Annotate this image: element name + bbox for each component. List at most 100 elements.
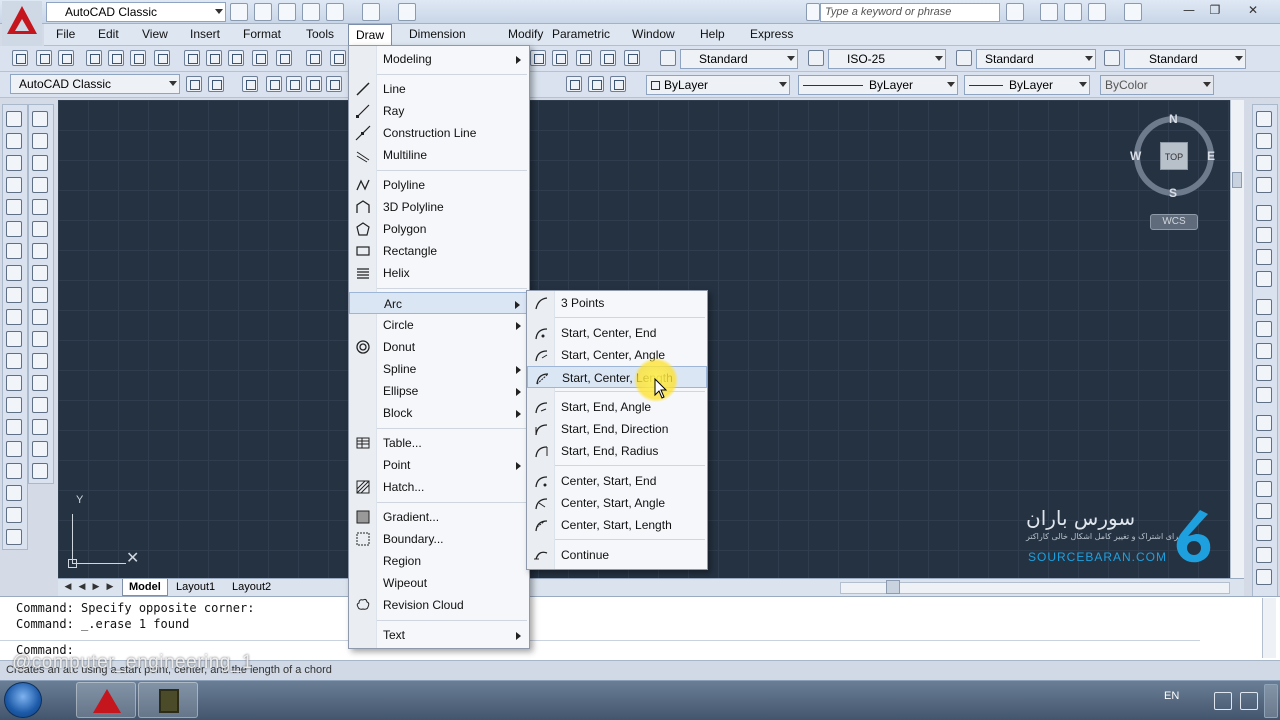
windows-start-icon[interactable] <box>4 682 42 718</box>
tray-app-icon[interactable] <box>1240 692 1258 710</box>
search-input[interactable]: Type a keyword or phrase <box>820 3 1000 22</box>
save-toolbar-icon[interactable] <box>58 50 74 66</box>
move-tool-icon[interactable] <box>32 221 48 237</box>
arc-3-points[interactable]: 3 Points <box>527 292 707 314</box>
join-tool-icon[interactable] <box>32 397 48 413</box>
match-properties-icon[interactable] <box>252 50 268 66</box>
first-tab-icon[interactable]: ◀ <box>62 581 74 593</box>
draw-menu-helix[interactable]: Helix <box>349 262 529 284</box>
communication-center-icon[interactable] <box>1040 3 1058 21</box>
menu-parametric[interactable]: Parametric <box>546 24 616 45</box>
redo-icon[interactable] <box>362 3 380 21</box>
design-center-icon[interactable] <box>600 50 616 66</box>
dim-edit-icon[interactable] <box>1256 503 1272 519</box>
revcloud-tool-icon[interactable] <box>6 265 22 281</box>
explode-tool-icon[interactable] <box>32 463 48 479</box>
vertical-scrollbar-thumb[interactable] <box>1232 172 1242 188</box>
draw-menu-polygon[interactable]: Polygon <box>349 218 529 240</box>
rectangle-tool-icon[interactable] <box>6 199 22 215</box>
menu-draw[interactable]: Draw <box>348 24 392 45</box>
draw-menu-rectangle[interactable]: Rectangle <box>349 240 529 262</box>
tab-model[interactable]: Model <box>122 579 168 596</box>
erase-tool-icon[interactable] <box>32 111 48 127</box>
polyline-tool-icon[interactable] <box>6 155 22 171</box>
prev-tab-icon[interactable]: ◀ <box>76 581 88 593</box>
horizontal-scrollbar-thumb[interactable] <box>886 580 900 594</box>
draw-menu-gradient[interactable]: Gradient... <box>349 506 529 528</box>
draw-menu-construction-line[interactable]: Construction Line <box>349 122 529 144</box>
compass-east[interactable]: E <box>1207 149 1215 163</box>
copy-tool-icon[interactable] <box>32 133 48 149</box>
workspace-settings-icon[interactable] <box>186 76 202 92</box>
draw-menu-ellipse[interactable]: Ellipse <box>349 380 529 402</box>
rotate-tool-icon[interactable] <box>32 243 48 259</box>
ordinate-dim-icon[interactable] <box>1256 177 1272 193</box>
stretch-tool-icon[interactable] <box>32 287 48 303</box>
draw-menu-ray[interactable]: Ray <box>349 100 529 122</box>
next-tab-icon[interactable]: ▶ <box>90 581 102 593</box>
draw-menu-revision-cloud[interactable]: Revision Cloud <box>349 594 529 616</box>
text-style-select[interactable]: Standard <box>680 49 798 69</box>
help-toolbar-icon[interactable] <box>624 50 640 66</box>
dim-space-icon[interactable] <box>1256 365 1272 381</box>
table-style-select[interactable]: Standard <box>976 49 1096 69</box>
binoculars-icon[interactable] <box>1006 3 1024 21</box>
spline-tool-icon[interactable] <box>6 287 22 303</box>
properties-icon[interactable] <box>576 50 592 66</box>
menu-express[interactable]: Express <box>744 24 799 45</box>
print-icon[interactable] <box>86 50 102 66</box>
ellipse-tool-icon[interactable] <box>6 309 22 325</box>
menu-file[interactable]: File <box>50 24 81 45</box>
taskbar-camtasia-icon[interactable] <box>138 682 198 718</box>
break-at-point-tool-icon[interactable] <box>32 353 48 369</box>
workspace-select[interactable]: AutoCAD Classic <box>10 74 180 94</box>
qnew-icon[interactable] <box>12 50 28 66</box>
arc-length-dim-icon[interactable] <box>1256 155 1272 171</box>
trim-tool-icon[interactable] <box>32 309 48 325</box>
menu-edit[interactable]: Edit <box>92 24 125 45</box>
draw-menu-circle[interactable]: Circle <box>349 314 529 336</box>
draw-menu-arc[interactable]: Arc <box>349 292 529 314</box>
search-expand-icon[interactable] <box>806 3 820 21</box>
arc-tool-icon[interactable] <box>6 221 22 237</box>
linear-dim-icon[interactable] <box>1256 111 1272 127</box>
make-current-icon[interactable] <box>566 76 582 92</box>
hatch-tool-icon[interactable] <box>6 419 22 435</box>
open-file-icon[interactable] <box>254 3 272 21</box>
menu-insert[interactable]: Insert <box>184 24 226 45</box>
angular-dim-icon[interactable] <box>1256 271 1272 287</box>
arc-continue[interactable]: Continue <box>527 544 707 566</box>
customize-icon[interactable] <box>208 76 224 92</box>
tray-chevron-icon[interactable] <box>1192 692 1210 710</box>
arc-center-start-angle[interactable]: Center, Start, Angle <box>527 492 707 514</box>
3d-dwf-icon[interactable] <box>154 50 170 66</box>
add-selected-tool-icon[interactable] <box>6 529 22 545</box>
draw-menu-text[interactable]: Text <box>349 624 529 646</box>
circle-tool-icon[interactable] <box>6 243 22 259</box>
arc-center-start-end[interactable]: Center, Start, End <box>527 470 707 492</box>
draw-menu-block[interactable]: Block <box>349 402 529 424</box>
wcs-menu-button[interactable]: WCS <box>1150 214 1198 230</box>
dim-style-tool-icon[interactable] <box>1256 569 1272 585</box>
save-as-icon[interactable] <box>302 3 320 21</box>
gradient-tool-icon[interactable] <box>6 441 22 457</box>
scale-tool-icon[interactable] <box>32 265 48 281</box>
menu-dimension[interactable]: Dimension <box>403 24 472 45</box>
make-block-tool-icon[interactable] <box>6 375 22 391</box>
break-tool-icon[interactable] <box>32 375 48 391</box>
favorites-star-icon[interactable] <box>1088 3 1106 21</box>
draw-menu-multiline[interactable]: Multiline <box>349 144 529 166</box>
draw-menu-table[interactable]: Table... <box>349 432 529 454</box>
multileader-style-icon[interactable] <box>1104 50 1120 66</box>
text-style-icon[interactable] <box>660 50 676 66</box>
center-mark-icon[interactable] <box>1256 437 1272 453</box>
undo-icon[interactable] <box>326 3 344 21</box>
construction-line-tool-icon[interactable] <box>6 133 22 149</box>
jogged-dim-icon[interactable] <box>1256 227 1272 243</box>
layer-lock-icon[interactable] <box>306 76 322 92</box>
layer-unisolate-icon[interactable] <box>610 76 626 92</box>
menu-help[interactable]: Help <box>694 24 731 45</box>
baseline-dim-icon[interactable] <box>1256 321 1272 337</box>
jogged-linear-icon[interactable] <box>1256 481 1272 497</box>
polygon-tool-icon[interactable] <box>6 177 22 193</box>
